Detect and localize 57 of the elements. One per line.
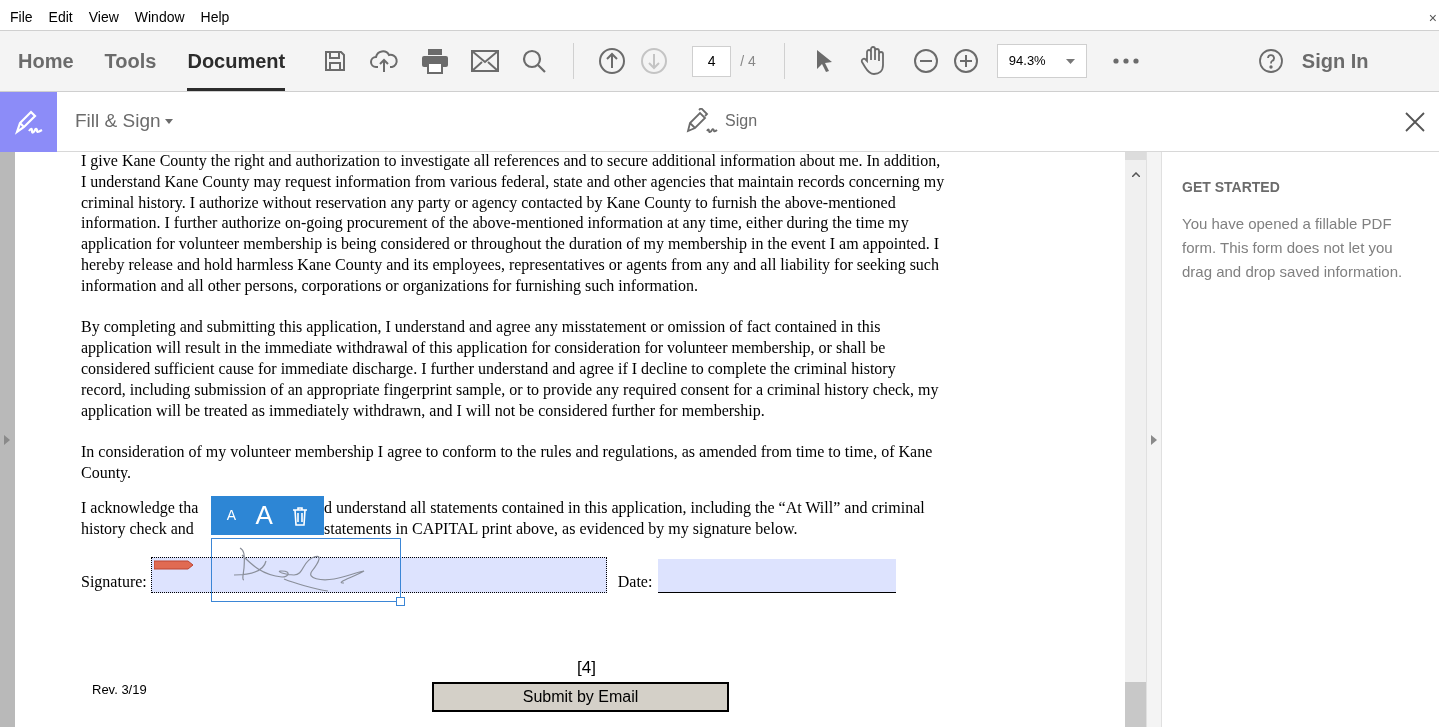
cloud-upload-icon[interactable] bbox=[369, 48, 400, 74]
text-fragment: history check and bbox=[81, 519, 194, 537]
scrollbar[interactable] bbox=[1125, 152, 1146, 727]
zoom-out-icon[interactable] bbox=[912, 48, 939, 74]
submit-button[interactable]: Submit by Email bbox=[432, 682, 729, 712]
fill-sign-menu[interactable]: Fill & Sign bbox=[75, 107, 173, 136]
more-icon[interactable] bbox=[1112, 58, 1139, 64]
page-number: [4] bbox=[577, 658, 596, 679]
paragraph: In consideration of my volunteer membership I agree to conform to the rules and regulations, as amended from time to time, of Kane County. bbox=[81, 442, 933, 484]
menu-item[interactable]: Help bbox=[200, 7, 230, 28]
pen-icon bbox=[685, 108, 719, 134]
page-count: / 4 bbox=[740, 51, 756, 71]
text-fragment: I acknowledge tha bbox=[81, 498, 199, 516]
help-icon[interactable] bbox=[1257, 48, 1284, 74]
menu-item[interactable]: View bbox=[88, 7, 119, 28]
menu-item[interactable]: Edit bbox=[48, 7, 73, 28]
print-icon[interactable] bbox=[421, 48, 450, 74]
signature-label: Signature: bbox=[81, 571, 147, 593]
signature-field[interactable] bbox=[150, 557, 607, 594]
close-icon[interactable] bbox=[1405, 112, 1425, 132]
decrease-text-button[interactable]: A bbox=[226, 505, 237, 526]
caret-icon bbox=[164, 119, 173, 124]
menu-item[interactable]: File bbox=[10, 7, 33, 28]
collapse-arrow-icon[interactable] bbox=[1151, 434, 1157, 445]
sign-button[interactable]: Sign bbox=[685, 108, 758, 134]
text-fragment: d understand all statements contained in this application, including the “At Will” and criminal bbox=[324, 497, 925, 519]
scroll-thumb[interactable] bbox=[1125, 682, 1146, 727]
pointer-icon[interactable] bbox=[814, 49, 833, 73]
scroll-up-icon[interactable] bbox=[1132, 172, 1140, 177]
previous-page-icon[interactable] bbox=[598, 47, 627, 75]
date-label: Date: bbox=[617, 571, 653, 592]
increase-text-button[interactable]: A bbox=[255, 505, 273, 526]
paragraph: I give Kane County the right and authorization to investigate all references and to secure additional information about me. In addition, I understand Kane County may request information from various federal, state and other agencies that maintain records concerning my criminal history. I authorize without reservation any party or agency contacted by Kane County to furnish the above-mentioned information. I further authorize on-going procurement of the above-mentioned information at any time, either during the time my application for volunteer membership is being considered or throughout the duration of my membership in the event I am appointed. I hereby release and hold harmless Kane County and its employees, representatives or agents from any and all liability for seeking such information and all other persons, corporations or organizations for furnishing such information. bbox=[81, 152, 945, 297]
zoom-in-icon[interactable] bbox=[952, 48, 979, 74]
tab[interactable]: Tools bbox=[104, 31, 157, 91]
caret-icon bbox=[1065, 58, 1075, 64]
sign-in-button[interactable]: Sign In bbox=[1301, 46, 1369, 76]
scroll-thumb[interactable] bbox=[1125, 152, 1146, 160]
mail-icon[interactable] bbox=[471, 50, 500, 72]
tab[interactable]: Home bbox=[18, 31, 74, 91]
date-field[interactable] bbox=[658, 559, 897, 594]
panel-heading: GET STARTED bbox=[1182, 178, 1281, 197]
page-number-field[interactable]: 4 bbox=[692, 45, 732, 77]
revision-note: Rev. 3/19 bbox=[92, 681, 147, 699]
paragraph: By completing and submitting this application, I understand and agree any misstatement or omission of fact contained in this application will result in the immediate withdrawal of this application for consideration for volunteer membership, or shall be considered sufficient cause for immediate discharge. I further understand and agree if I decline to complete the criminal history record, including submission of an appropriate fingerprint sample, or to provide any required consent for a criminal history check, my application will be treated as immediately withdrawn, and I will not be considered further for membership. bbox=[81, 317, 939, 422]
resize-handle[interactable] bbox=[396, 597, 405, 606]
zoom-dropdown[interactable]: 94.3% bbox=[996, 44, 1087, 78]
close-button[interactable]: × bbox=[1428, 8, 1437, 29]
text-fragment: statements in CAPITAL print above, as evidenced by my signature below. bbox=[324, 518, 798, 540]
menu-item[interactable]: Window bbox=[134, 7, 185, 28]
delete-icon[interactable] bbox=[292, 505, 309, 526]
search-icon[interactable] bbox=[521, 48, 548, 74]
hand-icon[interactable] bbox=[858, 46, 887, 76]
save-icon[interactable] bbox=[323, 49, 348, 73]
flag-icon bbox=[153, 560, 194, 571]
tab[interactable]: Document bbox=[187, 31, 286, 91]
panel-text: You have opened a fillable PDF form. This form does not let you drag and drop saved information. bbox=[1182, 214, 1404, 282]
